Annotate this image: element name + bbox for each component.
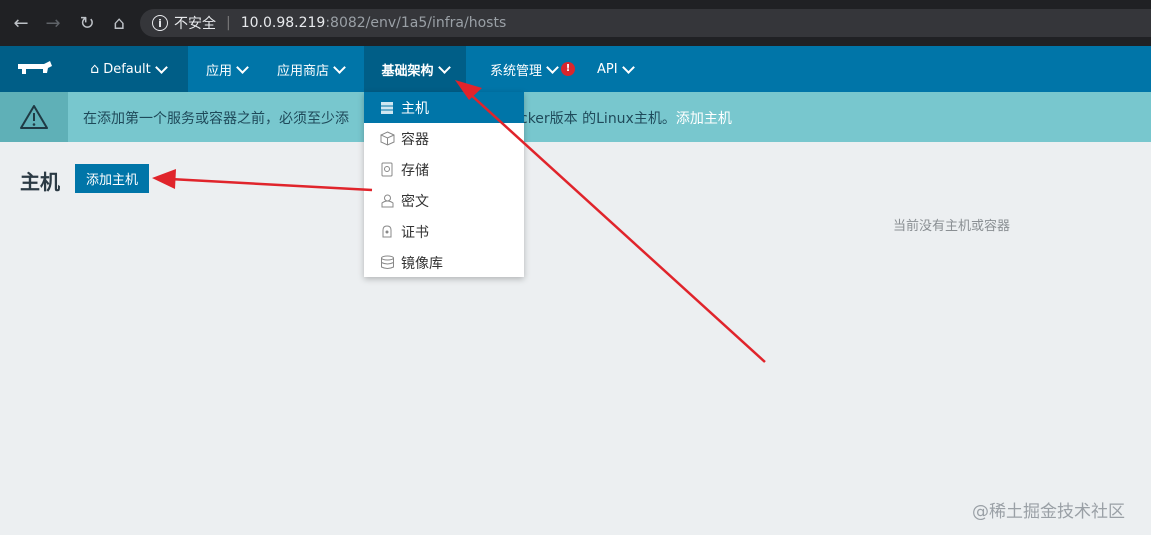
nav-admin-label: 系统管理	[490, 63, 543, 79]
nav-catalog[interactable]: 应用商店	[277, 46, 346, 92]
certificate-icon	[379, 224, 395, 240]
chevron-down-icon	[621, 60, 635, 74]
menu-item-label: 容器	[401, 131, 429, 148]
nav-apps[interactable]: 应用	[206, 46, 249, 92]
reload-icon[interactable]: ↻	[74, 10, 100, 36]
empty-state-message: 当前没有主机或容器	[893, 219, 1011, 234]
add-host-button[interactable]: 添加主机	[75, 164, 149, 193]
menu-item-containers[interactable]: 容器	[364, 123, 524, 154]
banner-message-end: cker版本 的Linux主机。添加主机	[520, 108, 732, 128]
menu-item-secrets[interactable]: 密文	[364, 185, 524, 216]
url-divider: |	[226, 15, 231, 31]
nav-api-label: API	[597, 61, 618, 77]
home-env-icon: ⌂	[90, 61, 100, 77]
security-label: 不安全	[174, 16, 216, 32]
environment-switcher[interactable]: ⌂ Default	[68, 46, 188, 92]
page-title: 主机	[20, 170, 60, 194]
menu-item-label: 存储	[401, 162, 429, 179]
chevron-down-icon	[154, 60, 168, 74]
menu-item-certificates[interactable]: 证书	[364, 216, 524, 247]
browser-toolbar: ← → ↻ ⌂ i 不安全 | 10.0.98.219:8082/env/1a5…	[0, 0, 1151, 46]
address-bar[interactable]: i 不安全 | 10.0.98.219:8082/env/1a5/infra/h…	[140, 9, 1151, 37]
banner-add-host-link[interactable]: 添加主机	[676, 111, 732, 127]
chevron-down-icon	[437, 60, 451, 74]
app-header: ⌂ Default 应用 应用商店 基础架构 系统管理 ! API	[0, 46, 1151, 92]
environment-label: Default	[103, 61, 151, 77]
nav-api[interactable]: API	[597, 46, 635, 92]
annotation-arrow-to-button	[169, 177, 373, 192]
nav-infra[interactable]: 基础架构	[364, 46, 466, 92]
menu-item-registries[interactable]: 镜像库	[364, 247, 524, 278]
warning-icon-cell	[0, 92, 68, 142]
chevron-down-icon	[236, 60, 249, 74]
host-icon	[379, 100, 395, 116]
nav-infra-label: 基础架构	[381, 63, 434, 79]
alert-badge: !	[561, 62, 576, 76]
watermark: @稀土掘金技术社区	[972, 502, 1125, 522]
chevron-down-icon	[546, 60, 559, 74]
home-icon[interactable]: ⌂	[106, 10, 132, 36]
menu-item-label: 主机	[401, 100, 429, 117]
info-icon[interactable]: i	[152, 15, 168, 31]
container-icon	[379, 131, 395, 147]
rancher-cow-icon	[18, 61, 52, 74]
menu-item-label: 密文	[401, 193, 429, 210]
nav-admin[interactable]: 系统管理 !	[490, 46, 576, 92]
menu-item-storage[interactable]: 存储	[364, 154, 524, 185]
menu-item-label: 证书	[401, 224, 429, 241]
storage-icon	[379, 162, 395, 178]
back-arrow-icon[interactable]: ←	[8, 10, 34, 36]
forward-arrow-icon[interactable]: →	[40, 10, 66, 36]
annotation-arrowhead-button	[152, 169, 176, 189]
nav-apps-label: 应用	[206, 63, 233, 79]
url-host: 10.0.98.219	[240, 15, 326, 31]
url-path: :8082/env/1a5/infra/hosts	[325, 15, 507, 31]
warning-icon	[20, 105, 48, 129]
menu-item-label: 镜像库	[401, 255, 443, 272]
secret-icon	[379, 193, 395, 209]
chevron-down-icon	[333, 60, 346, 74]
registry-icon	[379, 255, 395, 271]
rancher-logo[interactable]	[0, 46, 68, 92]
warning-banner: 在添加第一个服务或容器之前，必须至少添 cker版本 的Linux主机。添加主机	[0, 92, 1151, 142]
infra-dropdown-menu: 主机 容器 存储 密文 证书 镜像库	[364, 92, 524, 277]
banner-message: 在添加第一个服务或容器之前，必须至少添	[83, 111, 349, 127]
menu-item-hosts[interactable]: 主机	[364, 92, 524, 123]
nav-catalog-label: 应用商店	[277, 63, 330, 79]
banner-message-tail: cker版本 的Linux主机。	[520, 111, 676, 127]
